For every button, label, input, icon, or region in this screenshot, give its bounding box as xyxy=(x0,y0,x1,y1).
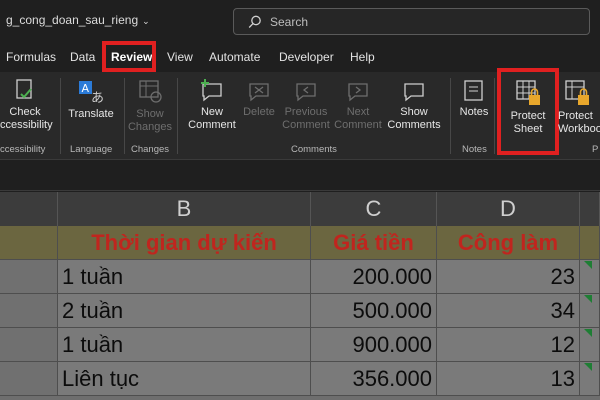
tab-view[interactable]: View xyxy=(167,50,193,64)
comment-indicator-icon xyxy=(584,261,592,269)
group-label-comments: Comments xyxy=(291,144,337,155)
group-label-language: Language xyxy=(70,144,113,155)
delete-comment-icon xyxy=(249,83,269,102)
tab-formulas[interactable]: Formulas xyxy=(6,50,56,64)
table-cell-labor[interactable]: 12 xyxy=(437,328,580,362)
show-comments-icon xyxy=(404,83,424,102)
show-changes-icon xyxy=(139,80,162,103)
tab-developer[interactable]: Developer xyxy=(279,50,334,64)
comment-indicator-icon xyxy=(584,363,592,371)
previous-label: Previous xyxy=(284,106,328,118)
tab-automate[interactable]: Automate xyxy=(209,50,260,64)
new-comment-button[interactable]: New Comment xyxy=(185,78,239,132)
cell-a[interactable] xyxy=(0,328,58,362)
group-separator xyxy=(124,78,125,154)
protect-label: Protect xyxy=(558,110,593,122)
tab-data[interactable]: Data xyxy=(70,50,95,64)
cell-e-header[interactable] xyxy=(580,226,600,260)
table-cell-price[interactable]: 356.000 xyxy=(311,362,437,396)
protect-sheet-highlight xyxy=(497,68,559,155)
table-cell-time[interactable]: 2 tuần xyxy=(58,294,311,328)
group-separator xyxy=(177,78,178,154)
cell-a[interactable] xyxy=(0,260,58,294)
column-header-d[interactable]: D xyxy=(437,192,580,226)
table-cell-time[interactable]: 1 tuần xyxy=(58,328,311,362)
delete-comment-button[interactable]: Delete xyxy=(240,78,278,119)
show-changes-button[interactable]: Show Changes xyxy=(127,78,173,134)
next-label: Next xyxy=(346,106,370,118)
column-header-e[interactable] xyxy=(580,192,600,226)
show-label: Show xyxy=(136,108,164,120)
changes-label: Changes xyxy=(127,121,173,133)
header-cell-labor[interactable]: Công làm xyxy=(437,226,580,260)
check-label: Check xyxy=(9,106,41,118)
group-label-accessibility: ccessibility xyxy=(0,144,46,155)
group-label-protect: P xyxy=(592,144,599,155)
file-name-dropdown[interactable]: g_cong_doan_sau_rieng ⌄ xyxy=(6,13,150,27)
notes-label: Notes xyxy=(459,106,489,118)
translate-label: Translate xyxy=(68,108,114,120)
delete-label: Delete xyxy=(243,106,275,118)
next-comment-icon xyxy=(348,83,368,102)
new-comment-icon xyxy=(201,79,222,102)
header-cell-expected-time[interactable]: Thời gian dự kiến xyxy=(58,226,311,260)
column-header-a[interactable] xyxy=(0,192,58,226)
new-label: New xyxy=(200,106,223,118)
search-box[interactable] xyxy=(233,8,590,35)
check-accessibility-button[interactable]: Check ccessibility xyxy=(0,78,53,132)
table-cell-price[interactable]: 200.000 xyxy=(311,260,437,294)
svg-text:A: A xyxy=(82,82,90,95)
comment-label: Comment xyxy=(282,119,330,131)
tab-help[interactable]: Help xyxy=(350,50,375,64)
show-comments-button[interactable]: Show Comments xyxy=(385,78,443,132)
table-cell-time[interactable]: 1 tuần xyxy=(58,260,311,294)
translate-icon: A あ xyxy=(79,81,104,106)
protect-workbook-lock-icon xyxy=(565,80,589,105)
group-separator xyxy=(60,78,61,154)
previous-comment-icon xyxy=(296,83,316,102)
next-comment-button[interactable]: Next Comment xyxy=(333,78,383,132)
table-cell-labor[interactable]: 34 xyxy=(437,294,580,328)
table-cell-labor[interactable]: 23 xyxy=(437,260,580,294)
accessibility-label: ccessibility xyxy=(0,119,53,131)
cell-a-header[interactable] xyxy=(0,226,58,260)
review-tab-highlight xyxy=(102,41,156,72)
column-header-c[interactable]: C xyxy=(311,192,437,226)
table-cell-time[interactable]: Liên tục xyxy=(58,362,311,396)
comment-indicator-icon xyxy=(584,329,592,337)
search-icon xyxy=(248,15,261,28)
title-bar: g_cong_doan_sau_rieng ⌄ xyxy=(0,0,600,44)
comment-label: Comment xyxy=(334,119,382,131)
group-label-notes: Notes xyxy=(462,144,487,155)
chevron-down-icon: ⌄ xyxy=(142,16,150,26)
protect-workbook-button[interactable]: Protect Workbook xyxy=(556,78,600,136)
comment-indicator-icon xyxy=(584,295,592,303)
notes-button[interactable]: Notes xyxy=(454,78,494,119)
comments-label: Comments xyxy=(387,119,441,131)
show-label: Show xyxy=(400,106,428,118)
header-cell-price[interactable]: Giá tiền xyxy=(311,226,437,260)
search-input[interactable] xyxy=(270,13,570,31)
cell-a[interactable] xyxy=(0,362,58,396)
translate-button[interactable]: A あ Translate xyxy=(66,78,116,121)
table-cell-price[interactable]: 500.000 xyxy=(311,294,437,328)
file-name: g_cong_doan_sau_rieng xyxy=(6,13,139,27)
group-separator xyxy=(494,78,495,154)
notes-icon xyxy=(464,80,483,101)
column-header-b[interactable]: B xyxy=(58,192,311,226)
group-label-changes: Changes xyxy=(131,144,170,155)
cell-a[interactable] xyxy=(0,294,58,328)
group-separator xyxy=(450,78,451,154)
comment-label: Comment xyxy=(188,119,236,131)
formula-bar[interactable] xyxy=(0,161,600,191)
table-cell-price[interactable]: 900.000 xyxy=(311,328,437,362)
workbook-label: Workbook xyxy=(558,123,600,135)
previous-comment-button[interactable]: Previous Comment xyxy=(279,78,333,132)
accessibility-check-icon xyxy=(16,79,32,99)
svg-text:あ: あ xyxy=(91,91,104,106)
table-cell-labor[interactable]: 13 xyxy=(437,362,580,396)
